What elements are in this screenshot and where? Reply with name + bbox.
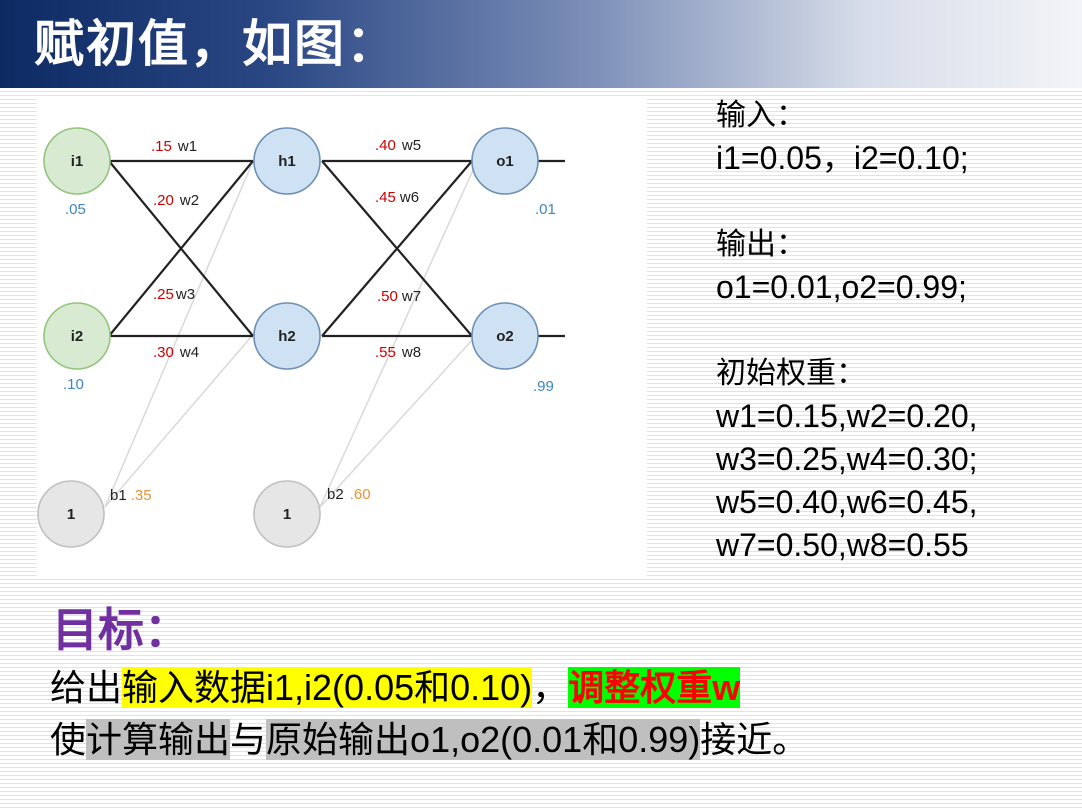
weight-label-w8: .55 w8 xyxy=(375,344,421,361)
weight-label-w2: .20 w2 xyxy=(153,192,199,209)
goal-text: 使 xyxy=(50,719,87,760)
goal-line-2: 使计算输出与原始输出o1,o2(0.01和0.99)接近。 xyxy=(50,716,808,764)
weight-label-w1: .15 w1 xyxy=(151,138,197,155)
node-label-o1: o1 xyxy=(496,153,514,170)
goal-text: ， xyxy=(532,667,569,708)
node-label-b1: 1 xyxy=(67,506,75,523)
weight-label-w3: .25 w3 xyxy=(153,286,195,303)
weights-line: w5=0.40,w6=0.45, xyxy=(716,484,978,520)
weight-label-w4: .30 w4 xyxy=(153,344,199,361)
node-label-i2: i2 xyxy=(71,328,84,345)
slide-title: 赋初值，如图： xyxy=(34,14,398,73)
output-label: 输出： xyxy=(716,227,806,262)
weights-label: 初始权重： xyxy=(716,356,866,391)
node-label-b2: 1 xyxy=(283,506,291,523)
weight-label-w7: .50 w7 xyxy=(377,288,421,305)
goal-text: 与 xyxy=(230,719,267,760)
network-diagram: .15 w1 .20 w2 .25 w3 .30 w4 .40 w5 .45 w6 .50 w… xyxy=(37,97,647,577)
highlight-input-data: 输入数据i1,i2(0.05和0.10) xyxy=(122,667,533,708)
weights-line: w1=0.15,w2=0.20, xyxy=(716,398,978,434)
goal-line-1: 给出输入数据i1,i2(0.05和0.10)，调整权重w xyxy=(50,664,741,712)
highlight-adjust-weights: 调整权重w xyxy=(568,667,741,708)
output-values: o1=0.01,o2=0.99; xyxy=(716,269,967,305)
input-value-i2: .10 xyxy=(63,376,84,393)
node-label-h2: h2 xyxy=(278,328,296,345)
weights-line: w7=0.50,w8=0.55 xyxy=(716,527,969,563)
node-label-i1: i1 xyxy=(71,153,84,170)
bias-label-b2: b2.60 xyxy=(327,486,371,503)
goal-text: 给出 xyxy=(50,667,123,708)
title-bar: 赋初值，如图： xyxy=(0,0,1082,88)
node-label-h1: h1 xyxy=(278,153,296,170)
output-value-o1: .01 xyxy=(535,201,556,218)
input-label: 输入： xyxy=(716,98,806,133)
node-label-o2: o2 xyxy=(496,328,514,345)
bias-line-b1-h2 xyxy=(104,336,252,508)
info-panel: 输入： i1=0.05，i2=0.10; 输出： o1=0.01,o2=0.99… xyxy=(716,94,1076,567)
weights-line: w3=0.25,w4=0.30; xyxy=(716,441,978,477)
bias-line-b2-o2 xyxy=(319,336,476,508)
input-value-i1: .05 xyxy=(65,201,86,218)
goal-text: 接近。 xyxy=(700,719,809,760)
output-value-o2: .99 xyxy=(533,378,554,395)
weight-label-w6: .45 w6 xyxy=(375,189,419,206)
bias-label-b1: b1.35 xyxy=(110,487,152,504)
weight-label-w5: .40 w5 xyxy=(375,137,421,154)
highlight-computed-output: 计算输出 xyxy=(86,719,231,760)
goal-title: 目标： xyxy=(52,603,190,657)
input-values: i1=0.05，i2=0.10; xyxy=(716,140,969,176)
highlight-original-output: 原始输出o1,o2(0.01和0.99) xyxy=(266,719,701,760)
